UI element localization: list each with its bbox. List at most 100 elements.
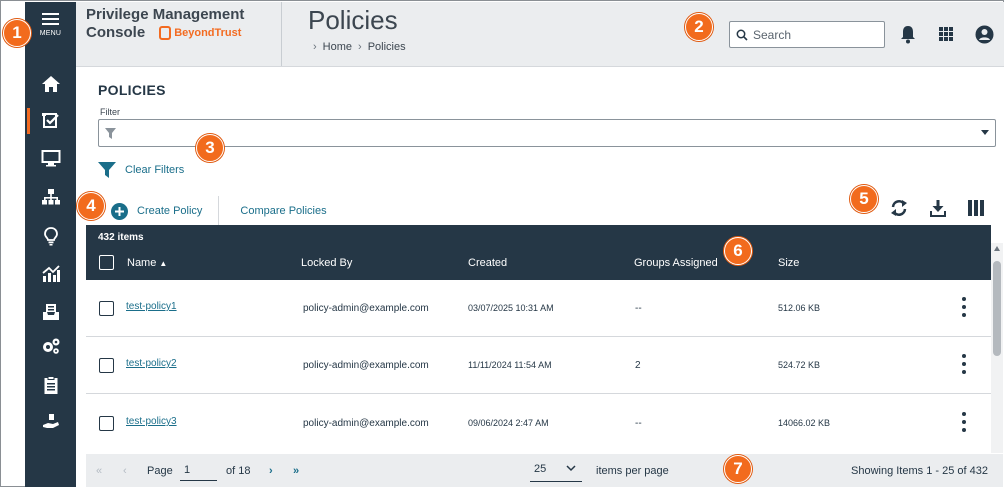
nav-reports[interactable] [25,368,76,402]
app-frame: MENU Privilege Management Console Beyond… [0,0,1004,487]
nav-analytics[interactable] [25,257,76,291]
created-cell: 11/11/2024 11:54 AM [468,360,552,370]
left-nav: MENU [25,2,76,487]
callout-1: 1 [3,19,31,47]
items-per-page-label: items per page [596,465,669,477]
table-row: test-policy2 policy-admin@example.com 11… [86,337,991,394]
breadcrumb-chevron-icon: › [313,41,317,53]
download-icon [930,199,946,217]
column-header-groups-assigned[interactable]: Groups Assigned [634,257,718,269]
grid-header: 432 items Name ▲ Locked By Created Group… [86,225,991,280]
column-header-size[interactable]: Size [778,257,799,269]
callout-3: 3 [196,134,224,162]
policy-name-link[interactable]: test-policy2 [126,358,177,369]
row-actions-kebab-icon[interactable] [961,412,967,432]
notifications-button[interactable] [898,24,918,44]
policy-name-link[interactable]: test-policy3 [126,416,177,427]
breadcrumb-home[interactable]: Home [323,41,352,53]
table-row: test-policy1 policy-admin@example.com 03… [86,280,991,337]
nav-home[interactable] [25,67,76,101]
sort-ascending-icon: ▲ [159,259,168,268]
computer-icon [41,150,60,167]
app-title-line1: Privilege Management [86,6,245,23]
previous-page-icon[interactable]: ‹ [123,465,127,477]
chevron-down-icon [566,463,576,475]
nav-groups[interactable] [25,180,76,214]
next-page-icon[interactable]: › [269,465,273,477]
column-header-name[interactable]: Name ▲ [127,257,167,269]
row-checkbox[interactable] [99,416,114,431]
policy-name-link[interactable]: test-policy1 [126,301,177,312]
size-cell: 524.72 KB [778,360,821,370]
nav-insights[interactable] [25,219,76,253]
clear-filters-button[interactable]: Clear Filters [98,161,184,179]
hamburger-icon [42,10,59,28]
nav-inbox[interactable] [25,295,76,329]
breadcrumb-chevron-icon: › [358,41,362,53]
pagination-bar: « ‹ Page of 18 › » 25 items per page Sho… [86,454,1003,487]
plus-circle-icon [111,202,128,220]
brand: Privilege Management Console BeyondTrust [86,6,282,42]
scrollbar-thumb[interactable] [993,261,1001,356]
page-title: Policies [308,5,398,35]
showing-items-label: Showing Items 1 - 25 of 432 [851,465,988,477]
compare-policies-button[interactable]: Compare Policies [240,205,326,217]
toolbar-actions: Create Policy Compare Policies [111,196,327,226]
row-actions-kebab-icon[interactable] [961,354,967,374]
callout-5: 5 [850,185,878,213]
item-count: 432 items [98,232,144,243]
user-account-button[interactable] [974,24,994,44]
row-actions-kebab-icon[interactable] [961,297,967,317]
locked-by-cell: policy-admin@example.com [303,418,429,429]
search-box[interactable] [729,21,885,48]
page-count-label: of 18 [226,465,251,477]
beyondtrust-logo-icon [159,26,172,40]
nav-configuration[interactable] [25,329,76,363]
column-header-created[interactable]: Created [468,257,507,269]
vendor-name: BeyondTrust [174,27,242,39]
page-number-input[interactable] [180,460,217,481]
callout-7: 7 [724,455,752,483]
apps-button[interactable] [936,24,956,44]
nav-deploy[interactable] [25,405,76,439]
search-icon [736,29,748,41]
menu-button[interactable]: MENU [25,10,76,54]
groups-assigned-cell: -- [635,303,642,314]
download-button[interactable] [927,197,949,219]
filter-label: Filter [100,107,120,117]
bell-icon [901,25,915,43]
row-checkbox[interactable] [99,358,114,373]
search-input[interactable] [753,27,873,42]
nav-policies[interactable] [25,103,76,137]
columns-button[interactable] [965,197,987,219]
home-icon [41,76,60,92]
page-size-select[interactable]: 25 [530,459,582,482]
columns-icon [968,200,984,216]
scroll-up-arrow-icon[interactable] [994,246,1000,251]
header-divider [281,2,282,66]
page-label: Page [147,465,173,477]
page-size-value: 25 [534,463,547,475]
create-policy-button[interactable]: Create Policy [111,196,220,226]
nav-computers[interactable] [25,141,76,175]
row-checkbox[interactable] [99,301,114,316]
refresh-button[interactable] [888,197,910,219]
last-page-icon[interactable]: » [293,465,299,477]
grid-scrollbar[interactable] [991,243,1003,453]
clipboard-icon [44,376,57,394]
callout-6: 6 [724,237,752,265]
menu-label: MENU [39,30,62,37]
first-page-icon[interactable]: « [96,465,102,477]
apps-grid-icon [939,27,953,41]
size-cell: 512.06 KB [778,303,821,313]
configuration-icon [42,338,59,354]
lightbulb-icon [43,227,58,246]
filter-dropdown[interactable] [98,119,996,147]
filter-icon [98,162,116,178]
select-all-checkbox[interactable] [99,255,114,270]
column-header-locked-by[interactable]: Locked By [301,257,352,269]
locked-by-cell: policy-admin@example.com [303,360,429,371]
size-cell: 14066.02 KB [778,418,831,428]
groups-assigned-cell: -- [635,418,642,429]
app-title-line2: Console [86,24,146,41]
